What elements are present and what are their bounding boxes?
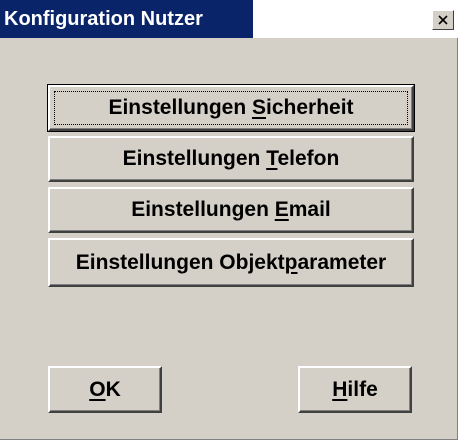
dialog-window: Konfiguration Nutzer Einstellungen Siche… <box>0 0 458 440</box>
object-parameter-settings-button[interactable]: Einstellungen Objektparameter <box>48 238 414 287</box>
phone-settings-label: Einstellungen Telefon <box>122 147 340 170</box>
object-parameter-settings-label: Einstellungen Objektparameter <box>75 250 387 274</box>
ok-label: OK <box>89 377 121 401</box>
phone-settings-button[interactable]: Einstellungen Telefon <box>48 136 414 182</box>
window-title: Konfiguration Nutzer <box>4 8 203 30</box>
close-icon <box>438 15 448 25</box>
help-button[interactable]: Hilfe <box>298 366 412 413</box>
security-settings-button[interactable]: Einstellungen Sicherheit <box>47 84 415 132</box>
close-button[interactable] <box>432 10 454 30</box>
help-label: Hilfe <box>332 377 378 401</box>
email-settings-button[interactable]: Einstellungen Email <box>48 187 414 233</box>
title-bar[interactable]: Konfiguration Nutzer <box>0 0 458 38</box>
email-settings-label: Einstellungen Email <box>131 198 331 221</box>
ok-button[interactable]: OK <box>48 366 162 413</box>
security-settings-label: Einstellungen Sicherheit <box>108 96 354 119</box>
